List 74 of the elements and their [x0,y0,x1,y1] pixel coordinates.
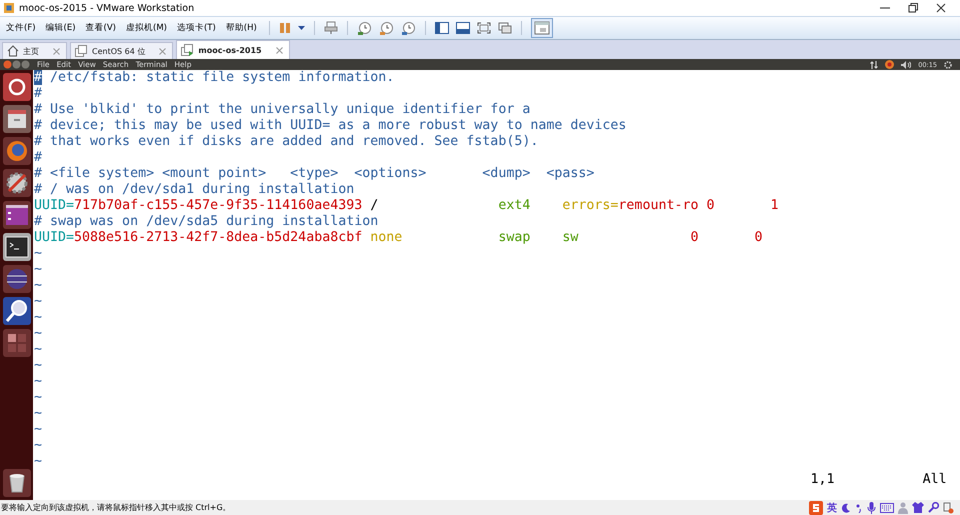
empty-line-marker: ~ [34,262,44,278]
status-message: 要将输入定向到该虚拟机，请将鼠标指针移入其中或按 Ctrl+G。 [1,502,231,513]
empty-line-marker: ~ [34,342,44,358]
house-icon [7,45,19,57]
empty-line-marker: ~ [34,358,44,374]
vm-icon [181,44,194,56]
shirt-icon[interactable] [912,502,924,513]
window-title: mooc-os-2015 - VMware Workstation [19,2,194,14]
indicator-icon[interactable] [885,60,894,69]
magnifier-icon[interactable] [2,297,30,325]
empty-line-marker: ~ [34,246,44,262]
code-line: UUID=717b70af-c155-457e-9f35-114160ae4393 / ext4 errors=remount-ro 0 1 [34,198,780,214]
menu-item[interactable]: 虚拟机(M) [126,22,167,34]
code-line: UUID=5088e516-2713-42f7-8dea-b5d24aba8cbf none swap sw 0 0 [34,230,764,246]
code-line: # [34,86,44,102]
clock-icon[interactable] [356,20,372,36]
menu-item[interactable]: 编辑(E) [46,22,76,34]
workspace-icon[interactable] [2,329,30,357]
code-line: # / was on /dev/sda1 during installation [34,182,356,198]
microphone-icon[interactable] [867,502,876,514]
pause-icon[interactable] [278,22,291,34]
ubuntu-logo-icon[interactable] [2,73,30,101]
empty-line-marker: ~ [34,390,44,406]
unity-view-icon[interactable] [498,22,512,34]
caret-icon[interactable] [298,26,305,30]
sidebar-view-icon[interactable] [434,22,449,34]
file-cabinet-icon[interactable] [2,105,30,133]
code-line: # that works even if disks are added and removed. See fstab(5). [34,134,540,150]
menu-item[interactable]: 文件(F) [6,22,36,34]
app-logo-icon [3,2,15,14]
window-app-icon[interactable] [2,201,30,229]
menu-item[interactable]: 帮助(H) [226,22,257,34]
terminal-icon[interactable] [2,233,30,261]
code-line: # device; this may be used with UUID= as a more robust way to name devices [34,118,628,134]
empty-line-marker: ~ [34,326,44,342]
moon-icon[interactable] [841,502,851,512]
tab[interactable]: mooc-os-2015 [176,40,290,59]
menu-item[interactable]: 查看(V) [86,22,116,34]
restore-icon[interactable] [908,3,918,13]
clock-icon[interactable] [400,20,416,36]
cursor-position: 1,1 [810,472,835,488]
empty-line-marker: ~ [34,438,44,454]
wrench-icon[interactable] [928,502,939,513]
ime-mode[interactable]: 英 [827,500,837,514]
code-line: # <file system> <mount point> <type> <options> <dump> <pass> [34,166,596,182]
code-line: # swap was on /dev/sda5 during installation [34,214,380,230]
fullscreen-icon[interactable] [476,22,491,34]
close-icon[interactable] [936,3,946,13]
vm-icon [75,45,88,57]
thumbnail-view-icon[interactable] [530,18,553,38]
empty-line-marker: ~ [34,294,44,310]
code-line: # /etc/fstab: static file system information. [34,70,396,86]
empty-line-marker: ~ [34,422,44,438]
tab[interactable]: 主页 [2,42,67,59]
scroll-position: All [922,472,947,488]
code-line: # [34,150,44,166]
tab[interactable]: CentOS 64 位 [70,42,174,59]
clock-icon[interactable] [378,20,394,36]
trash-icon[interactable] [2,469,30,497]
gear-icon[interactable] [944,60,952,68]
keyboard-icon[interactable] [880,502,894,512]
ime-logo-icon[interactable] [809,500,823,514]
browser-globe-icon[interactable] [2,137,30,165]
empty-line-marker: ~ [34,454,44,470]
empty-line-marker: ~ [34,310,44,326]
network-arrows-icon[interactable] [870,60,878,68]
console-view-icon[interactable] [456,22,470,34]
menu-item[interactable]: 选项卡(T) [176,22,216,34]
empty-line-marker: ~ [34,406,44,422]
punctuation-icon[interactable] [855,502,863,512]
empty-line-marker: ~ [34,374,44,390]
empty-line-marker: ~ [34,278,44,294]
speaker-icon[interactable] [901,60,912,68]
code-line: # Use 'blkid' to print the universally unique identifier for a [34,102,532,118]
